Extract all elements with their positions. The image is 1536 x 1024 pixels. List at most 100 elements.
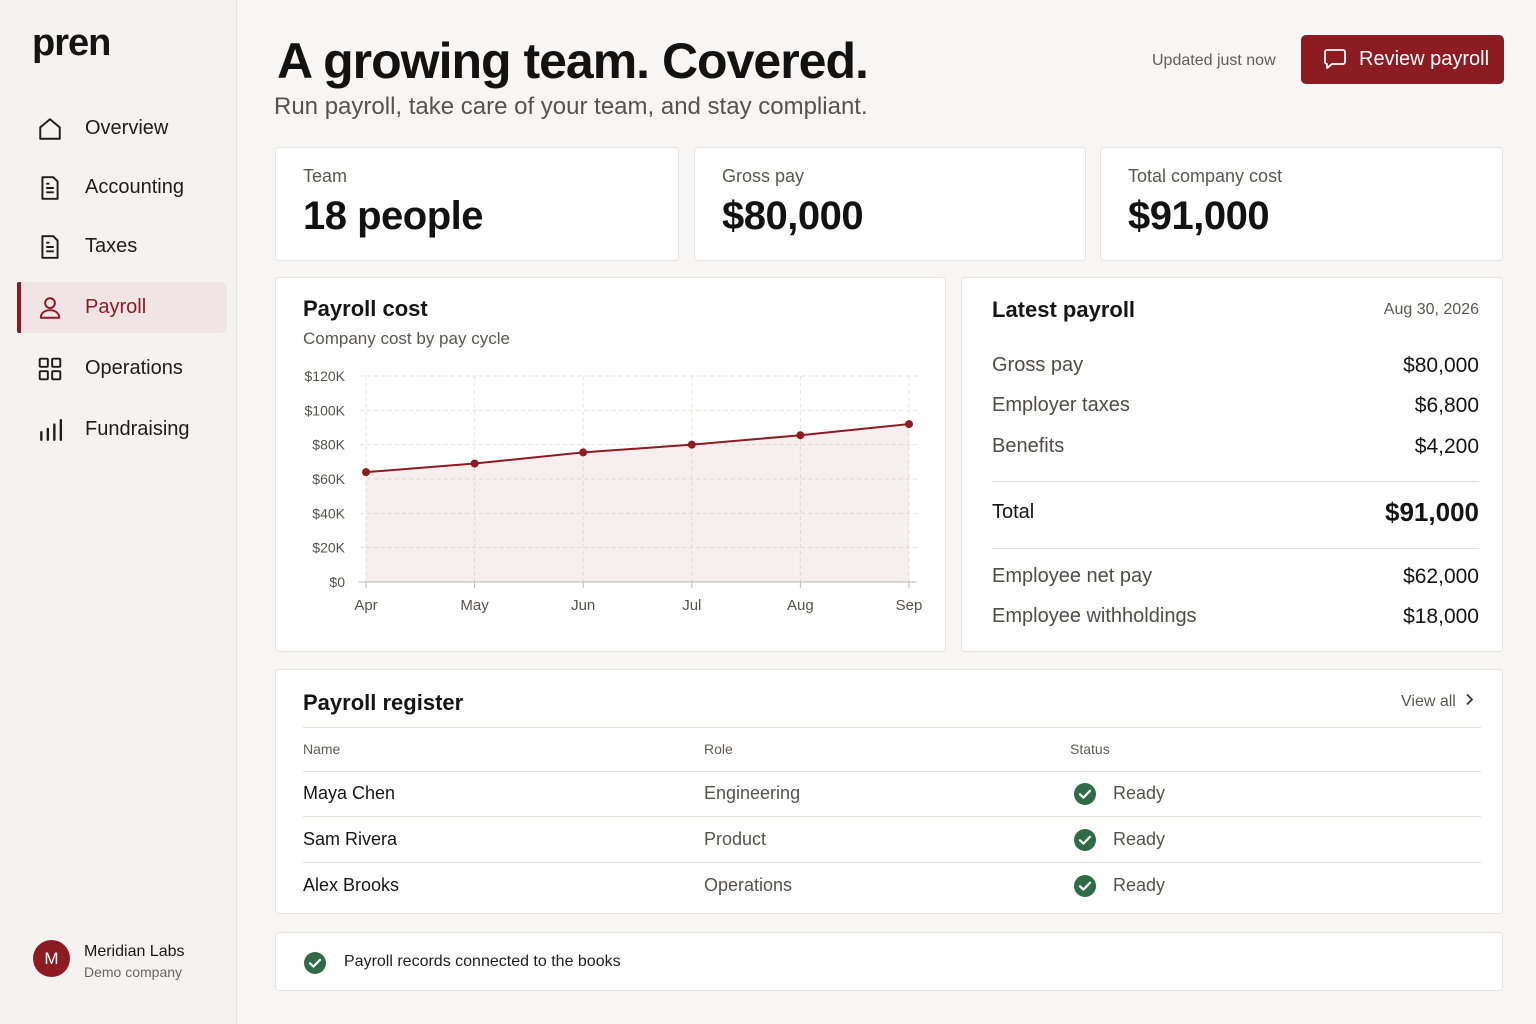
check-circle-icon <box>304 952 326 974</box>
payroll-cost-card: Payroll cost Company cost by pay cycle $… <box>275 277 946 652</box>
sidebar-item-label: Accounting <box>85 176 184 198</box>
payroll-line-item: Employer taxes $6,800 <box>992 394 1479 422</box>
payroll-line-item: Gross pay $80,000 <box>992 354 1479 382</box>
page-title: A growing team. Covered. <box>277 33 869 89</box>
check-circle-icon <box>1074 875 1096 897</box>
company-subtitle: Demo company <box>84 964 183 980</box>
x-tick-label: May <box>460 597 489 614</box>
x-tick-label: Jul <box>682 597 701 614</box>
stat-value: 18 people <box>303 194 484 238</box>
line-item-value: $80,000 <box>1403 354 1479 377</box>
sidebar-item-accounting[interactable]: Accounting <box>17 162 227 213</box>
table-row[interactable]: Maya Chen Engineering Ready <box>303 771 1481 817</box>
check-circle-icon <box>1074 829 1096 851</box>
y-tick-label: $120K <box>305 368 346 384</box>
document-icon <box>41 235 59 259</box>
employee-name: Maya Chen <box>303 783 396 803</box>
x-tick-label: Jun <box>571 597 595 614</box>
grid-icon <box>38 357 62 381</box>
view-all-label: View all <box>1401 693 1456 710</box>
sidebar-item-label: Operations <box>85 357 183 379</box>
sidebar: pren Overview Accounting Taxes Payroll O… <box>0 0 237 1024</box>
sidebar-item-label: Payroll <box>85 296 147 318</box>
stat-card-gross-pay: Gross pay $80,000 <box>694 147 1086 261</box>
line-item-value: $18,000 <box>1403 605 1479 628</box>
sidebar-item-label: Overview <box>85 117 169 139</box>
y-tick-label: $40K <box>312 505 345 521</box>
stat-card-team: Team 18 people <box>275 147 679 261</box>
divider <box>992 548 1479 549</box>
y-tick-label: $0 <box>329 574 345 590</box>
home-icon <box>39 118 61 140</box>
view-all-link[interactable]: View all <box>1401 693 1474 711</box>
line-item-label: Benefits <box>992 435 1065 457</box>
sidebar-item-label: Fundraising <box>85 418 190 440</box>
payroll-line-item: Employee net pay $62,000 <box>992 565 1479 593</box>
status-badge: Ready <box>1113 829 1166 849</box>
total-label: Total <box>992 501 1035 523</box>
data-point <box>470 459 479 468</box>
bar-chart-icon <box>40 419 63 441</box>
app-logo[interactable]: pren <box>32 22 111 65</box>
status-badge: Ready <box>1113 783 1166 803</box>
table-row[interactable]: Sam Rivera Product Ready <box>303 817 1481 863</box>
employee-role: Product <box>704 829 767 849</box>
employee-name: Sam Rivera <box>303 829 398 849</box>
sidebar-item-taxes[interactable]: Taxes <box>17 221 227 272</box>
company-switcher[interactable]: M Meridian Labs Demo company <box>33 940 185 980</box>
divider <box>992 481 1479 482</box>
data-point <box>579 448 588 457</box>
books-connection-note: Payroll records connected to the books <box>344 953 621 970</box>
data-point <box>687 440 696 449</box>
status-badge: Ready <box>1113 875 1166 895</box>
latest-payroll-card: Latest payroll Aug 30, 2026 Gross pay $8… <box>961 277 1503 652</box>
page-subtitle: Run payroll, take care of your team, and… <box>274 93 868 120</box>
x-tick-label: Aug <box>787 597 814 614</box>
x-tick-label: Apr <box>354 597 377 614</box>
line-item-label: Employee net pay <box>992 565 1153 587</box>
payroll-cost-chart: $0 $20K $40K $60K $80K $100K $120K Apr May Jun Jul… <box>305 368 923 614</box>
line-item-label: Employer taxes <box>992 394 1130 416</box>
total-value: $91,000 <box>1385 497 1479 527</box>
y-tick-label: $20K <box>312 540 345 556</box>
sidebar-item-overview[interactable]: Overview <box>17 103 227 154</box>
column-header-status: Status <box>1070 741 1110 757</box>
payroll-line-item: Employee withholdings $18,000 <box>992 605 1479 633</box>
x-tick-label: Sep <box>896 597 923 614</box>
latest-payroll-date: Aug 30, 2026 <box>1383 301 1479 318</box>
document-icon <box>41 176 59 200</box>
column-header-role: Role <box>704 741 733 757</box>
payroll-line-item: Benefits $4,200 <box>992 435 1479 463</box>
employee-role: Operations <box>704 875 793 895</box>
y-tick-label: $60K <box>312 471 345 487</box>
column-header-name: Name <box>303 741 341 757</box>
stat-value: $80,000 <box>722 194 864 238</box>
line-item-label: Gross pay <box>992 354 1084 376</box>
books-connection-banner: Payroll records connected to the books <box>275 932 1503 991</box>
data-point <box>905 420 913 429</box>
line-item-value: $62,000 <box>1403 565 1479 588</box>
sidebar-item-label: Taxes <box>85 235 138 257</box>
latest-payroll-title: Latest payroll <box>992 297 1136 322</box>
sidebar-item-fundraising[interactable]: Fundraising <box>17 404 227 455</box>
line-item-value: $6,800 <box>1414 394 1479 417</box>
employee-name: Alex Brooks <box>303 875 400 895</box>
sidebar-item-payroll[interactable]: Payroll <box>17 282 227 333</box>
payroll-total: Total $91,000 <box>992 497 1479 533</box>
stat-label: Gross pay <box>722 166 805 186</box>
line-item-value: $4,200 <box>1414 435 1479 458</box>
y-tick-label: $80K <box>312 437 345 453</box>
review-payroll-button[interactable]: Review payroll <box>1301 35 1504 84</box>
stat-label: Total company cost <box>1128 166 1283 186</box>
updated-status: Updated just now <box>1152 52 1276 69</box>
company-name: Meridian Labs <box>84 943 185 960</box>
employee-role: Engineering <box>704 783 801 803</box>
register-title: Payroll register <box>303 690 464 715</box>
data-point <box>796 431 805 440</box>
check-circle-icon <box>1074 783 1096 805</box>
table-row[interactable]: Alex Brooks Operations Ready <box>303 863 1481 909</box>
chevron-right-icon <box>1464 693 1474 711</box>
sidebar-item-operations[interactable]: Operations <box>17 343 227 394</box>
person-icon <box>39 297 61 319</box>
review-payroll-label: Review payroll <box>1359 48 1490 70</box>
